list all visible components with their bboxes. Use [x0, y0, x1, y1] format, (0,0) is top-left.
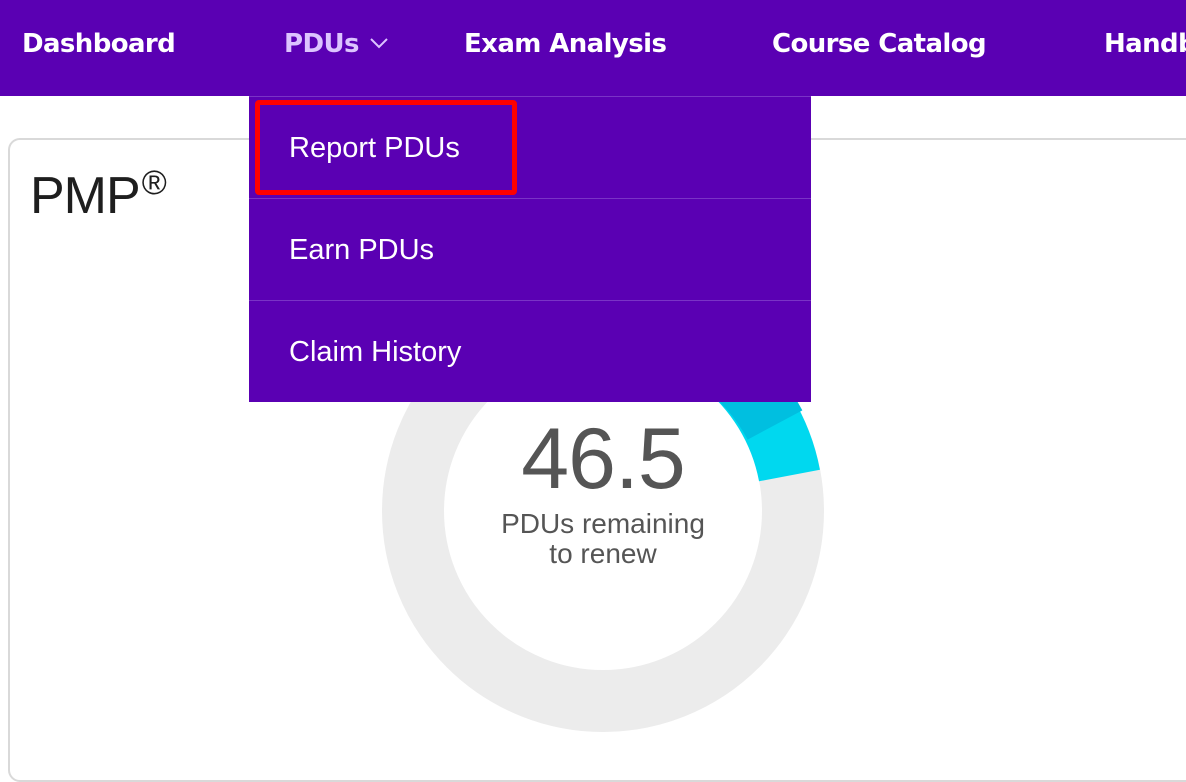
menu-item-report-pdus[interactable]: Report PDUs [249, 96, 811, 198]
nav-pdus-label: PDUs [284, 29, 359, 59]
caption-line-2: to renew [549, 538, 657, 569]
nav-pdus[interactable]: PDUs [284, 0, 389, 88]
pdus-remaining-caption: PDUs remaining to renew [443, 509, 763, 569]
menu-item-claim-history[interactable]: Claim History [249, 300, 811, 402]
card-title-text: PMP [30, 167, 141, 225]
card-title: PMP® [30, 164, 167, 226]
nav-dashboard[interactable]: Dashboard [22, 0, 176, 88]
top-navbar: Dashboard PDUs Exam Analysis Course Cata… [0, 0, 1186, 96]
pdus-remaining-value: 46.5 [521, 411, 685, 507]
nav-exam-analysis[interactable]: Exam Analysis [464, 0, 667, 88]
chevron-down-icon [370, 37, 388, 48]
nav-course-catalog[interactable]: Course Catalog [772, 0, 987, 88]
caption-line-1: PDUs remaining [501, 508, 705, 539]
menu-item-earn-pdus[interactable]: Earn PDUs [249, 198, 811, 300]
nav-handbook[interactable]: Handbook [1104, 0, 1186, 88]
registered-mark: ® [141, 164, 167, 202]
pdus-dropdown-menu: Report PDUs Earn PDUs Claim History [249, 96, 811, 402]
